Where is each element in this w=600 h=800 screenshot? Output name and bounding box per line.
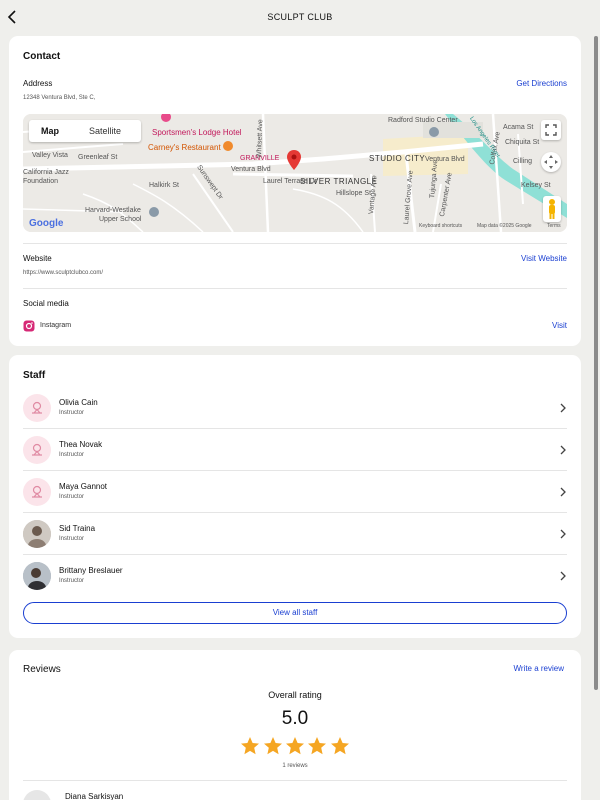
tab-satellite[interactable]: Satellite — [89, 126, 121, 136]
chevron-right-icon — [560, 403, 566, 413]
star-rating — [9, 736, 581, 761]
street-view-pegman-icon[interactable] — [543, 196, 561, 222]
map-label-harvard: Harvard-Westlake — [85, 207, 141, 214]
top-bar: SCULPT CLUB — [0, 0, 600, 34]
staff-row[interactable]: Thea Novak Instructor — [23, 429, 567, 471]
fullscreen-icon[interactable] — [541, 120, 561, 140]
map-label-studio-city: STUDIO CITY — [369, 154, 426, 163]
avatar-photo — [23, 520, 51, 548]
instructor-placeholder-icon — [32, 401, 42, 414]
map-label-cilling: Cilling — [513, 158, 533, 165]
map-type-toggle[interactable]: Map Satellite — [29, 120, 141, 142]
staff-heading: Staff — [23, 370, 46, 381]
staff-role: Instructor — [59, 536, 85, 542]
map-pan-control-icon[interactable] — [541, 152, 561, 172]
instructor-placeholder-icon — [32, 485, 42, 498]
chevron-right-icon — [560, 571, 566, 581]
page-title: SCULPT CLUB — [267, 12, 333, 22]
map-label-ventura-left: Ventura Blvd — [231, 166, 271, 173]
staff-name: Thea Novak — [59, 440, 103, 449]
map-label-radford: Radford Studio Center — [388, 117, 458, 124]
staff-role: Instructor — [59, 578, 85, 584]
staff-role: Instructor — [59, 494, 85, 500]
map-label-chiquita: Chiquita St — [505, 139, 540, 146]
map-terms-link[interactable]: Terms — [547, 223, 561, 229]
divider — [23, 780, 567, 781]
avatar — [23, 436, 51, 464]
avatar-photo — [23, 562, 51, 590]
staff-role: Instructor — [59, 410, 85, 416]
staff-name: Sid Traina — [59, 524, 96, 533]
visit-instagram-link[interactable]: Visit — [552, 321, 567, 330]
staff-name: Brittany Breslauer — [59, 566, 123, 575]
map-label-whitsett: Whitsett Ave — [256, 119, 265, 159]
avatar — [23, 478, 51, 506]
map-label-california-jazz: California Jazz — [23, 169, 69, 176]
instructor-placeholder-icon — [32, 443, 42, 456]
social-media-label: Social media — [23, 299, 69, 308]
map-label-kelsey: Kelsey St — [521, 182, 551, 189]
address-value: 12348 Ventura Blvd, Ste C, — [23, 95, 96, 101]
staff-row[interactable]: Sid Traina Instructor — [23, 513, 567, 555]
staff-row[interactable]: Olivia Cain Instructor — [23, 387, 567, 429]
location-pin-icon[interactable] — [287, 150, 301, 170]
google-logo: Google — [29, 218, 64, 229]
map-label-greenleaf: Greenleaf St — [78, 154, 118, 161]
address-label: Address — [23, 79, 53, 88]
map-data-credit: Map data ©2025 Google — [477, 223, 532, 229]
avatar — [23, 394, 51, 422]
tab-map[interactable]: Map — [41, 126, 59, 136]
reviews-card: Reviews Write a review Overall rating 5.… — [9, 650, 581, 800]
map-view[interactable]: Map Satellite Radford Studio Center Spor… — [23, 114, 567, 232]
view-all-staff-button[interactable]: View all staff — [23, 602, 567, 624]
map-label-upper-school: Upper School — [99, 216, 142, 223]
chevron-right-icon — [560, 487, 566, 497]
map-label-hillslope: Hillslope St — [336, 190, 372, 197]
map-label-ventura-right: Ventura Blvd — [425, 156, 465, 163]
map-label-halkirk: Halkirk St — [149, 182, 179, 189]
star-icon — [308, 737, 327, 755]
instagram-label: Instagram — [40, 322, 72, 329]
map-label-acama: Acama St — [503, 124, 534, 131]
map-label-foundation: Foundation — [23, 178, 59, 185]
contact-heading: Contact — [23, 51, 61, 62]
staff-name: Olivia Cain — [59, 398, 98, 407]
staff-role: Instructor — [59, 452, 85, 458]
staff-row[interactable]: Brittany Breslauer Instructor — [23, 555, 567, 597]
divider — [23, 243, 567, 244]
write-review-link[interactable]: Write a review — [513, 664, 564, 673]
map-label-valley-vista: Valley Vista — [32, 152, 68, 159]
scrollbar[interactable] — [594, 36, 598, 690]
website-value: https://www.sculptclubco.com/ — [23, 270, 104, 276]
review-count: 1 reviews — [282, 763, 308, 769]
reviews-heading: Reviews — [23, 664, 61, 675]
staff-row[interactable]: Maya Gannot Instructor — [23, 471, 567, 513]
star-icon — [241, 737, 260, 755]
contact-card: Contact Address Get Directions 12348 Ven… — [9, 36, 581, 346]
star-icon — [330, 737, 349, 755]
divider — [23, 288, 567, 289]
overall-rating-label: Overall rating — [268, 690, 322, 700]
reviewer-avatar — [23, 790, 51, 800]
instagram-icon — [23, 320, 35, 332]
get-directions-link[interactable]: Get Directions — [516, 79, 567, 88]
map-label-sportsmen: Sportsmen's Lodge Hotel — [152, 128, 242, 137]
chevron-right-icon — [560, 529, 566, 539]
chevron-right-icon — [560, 445, 566, 455]
visit-website-link[interactable]: Visit Website — [521, 254, 567, 263]
staff-card: Staff Olivia Cain Instructor Thea Novak … — [9, 355, 581, 638]
star-icon — [286, 737, 304, 755]
star-icon — [263, 737, 282, 755]
map-keyboard-shortcuts[interactable]: Keyboard shortcuts — [419, 223, 462, 229]
staff-name: Maya Gannot — [59, 482, 108, 491]
map-label-carneys: Carney's Restaurant — [148, 143, 221, 152]
scroll-content[interactable]: Contact Address Get Directions 12348 Ven… — [0, 34, 600, 800]
map-label-laurel-terrace: Laurel Terrace Dr — [263, 178, 317, 185]
rating-value: 5.0 — [281, 708, 309, 729]
website-label: Website — [23, 254, 52, 263]
reviewer-name: Diana Sarkisyan — [65, 792, 124, 800]
